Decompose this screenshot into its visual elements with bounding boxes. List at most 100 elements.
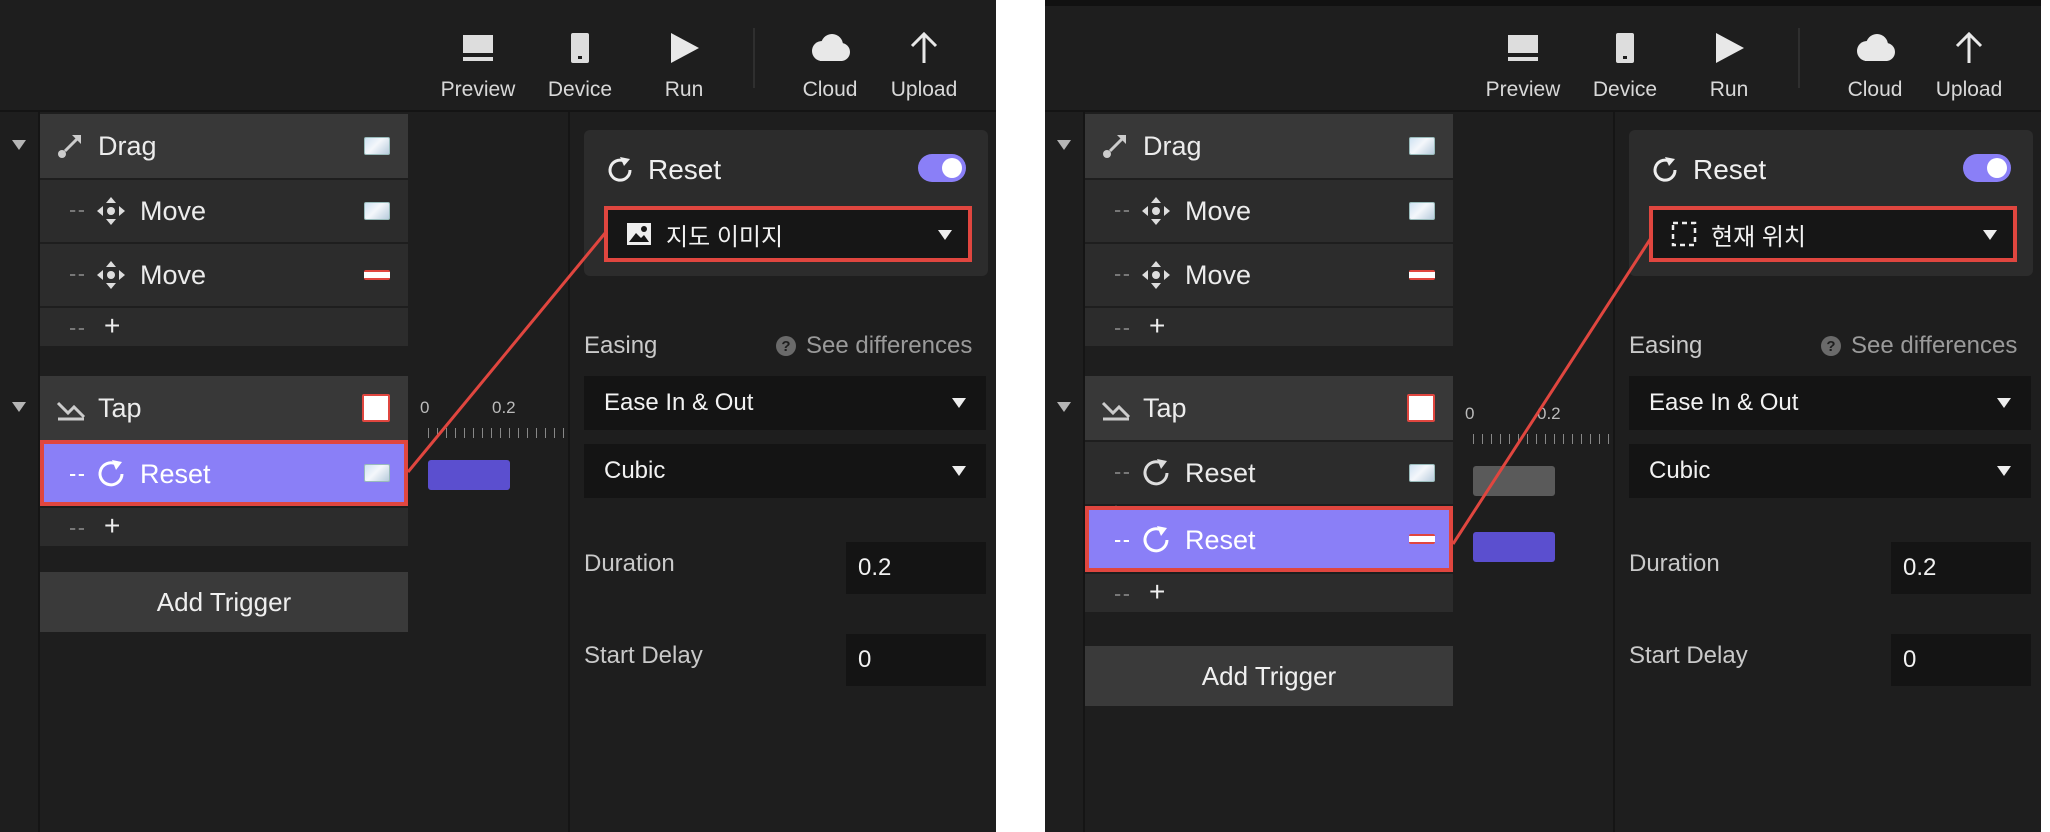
trigger-label: Tap (98, 392, 142, 423)
preview-icon (1475, 26, 1571, 70)
reset-icon (606, 156, 634, 184)
action-label: Move (140, 195, 207, 226)
device-button[interactable]: Device (532, 26, 628, 102)
add-action-row[interactable]: + (40, 506, 408, 546)
line-thumb (1409, 534, 1435, 544)
toolbar-divider (1798, 28, 1800, 88)
collapse-gutter (1045, 112, 1085, 832)
curve-value: Cubic (1649, 457, 1711, 484)
toolbar: Preview Device Run Cloud Upload (1045, 6, 2041, 112)
easing-select[interactable]: Ease In & Out (584, 376, 986, 430)
timeline[interactable]: 0 0.2 (420, 398, 568, 458)
cloud-button[interactable]: Cloud (1827, 26, 1923, 102)
action-row-reset[interactable]: Reset (40, 440, 408, 506)
cloud-label: Cloud (1847, 78, 1903, 101)
preview-label: Preview (440, 78, 516, 101)
add-action-row[interactable]: + (1085, 572, 1453, 612)
add-action-button[interactable]: + (1149, 576, 1165, 608)
timeline-tick-label: 0 (420, 398, 430, 417)
image-thumb (1409, 464, 1435, 482)
timeline-bar-reset[interactable] (1473, 466, 1555, 496)
action-label: Move (1185, 259, 1252, 290)
enabled-toggle[interactable] (918, 154, 966, 182)
selection-frame-icon (1671, 221, 1697, 247)
collapse-tap-toggle-icon[interactable] (12, 402, 26, 412)
inspector-title: Reset (606, 154, 721, 186)
device-label: Device (547, 78, 613, 101)
preview-button[interactable]: Preview (1475, 26, 1571, 102)
collapse-drag-toggle-icon[interactable] (1057, 140, 1071, 150)
preview-icon (430, 26, 526, 70)
timeline[interactable]: 0 0.2 (1465, 404, 1613, 464)
trigger-drag[interactable]: Drag (1085, 114, 1453, 178)
drag-icon (1101, 132, 1131, 160)
action-row-reset[interactable]: Reset (1085, 506, 1453, 572)
trigger-tap[interactable]: Tap (40, 376, 408, 440)
collapse-tap-toggle-icon[interactable] (1057, 402, 1071, 412)
action-row-move[interactable]: Move (1085, 242, 1453, 306)
target-layer-select[interactable]: 현재 위치 (1649, 206, 2017, 262)
inspector-title-text: Reset (1693, 154, 1767, 185)
see-differences-text: See differences (806, 332, 973, 359)
image-thumb (364, 137, 390, 155)
action-row-move[interactable]: Move (1085, 178, 1453, 242)
easing-select[interactable]: Ease In & Out (1629, 376, 2031, 430)
device-icon (532, 26, 628, 70)
action-row-move[interactable]: Move (40, 178, 408, 242)
action-row-move[interactable]: Move (40, 242, 408, 306)
timeline-bar-reset[interactable] (428, 460, 510, 490)
curve-value: Cubic (604, 457, 666, 484)
curve-select[interactable]: Cubic (584, 444, 986, 498)
trigger-tap[interactable]: Tap (1085, 376, 1453, 440)
collapse-drag-toggle-icon[interactable] (12, 140, 26, 150)
see-differences-link[interactable]: ? See differences (1821, 332, 2033, 360)
upload-button[interactable]: Upload (876, 26, 972, 102)
chevron-down-icon (1997, 398, 2011, 408)
action-label: Reset (140, 458, 211, 489)
run-button[interactable]: Run (1681, 26, 1777, 102)
move-icon (1141, 196, 1171, 226)
start-delay-input[interactable]: 0 (846, 634, 986, 686)
image-thumb (1409, 137, 1435, 155)
preview-label: Preview (1485, 78, 1561, 101)
run-button[interactable]: Run (636, 26, 732, 102)
help-icon: ? (1821, 336, 1841, 356)
duration-input[interactable]: 0.2 (1891, 542, 2031, 594)
add-action-button[interactable]: + (104, 510, 120, 542)
add-action-button[interactable]: + (104, 310, 120, 342)
add-action-button[interactable]: + (1149, 310, 1165, 342)
start-delay-label: Start Delay (584, 642, 703, 669)
add-action-row[interactable]: + (40, 306, 408, 346)
add-trigger-button[interactable]: Add Trigger (1085, 646, 1453, 706)
duration-input[interactable]: 0.2 (846, 542, 986, 594)
cloud-button[interactable]: Cloud (782, 26, 878, 102)
target-layer-value: 현재 위치 (1711, 223, 1806, 251)
reset-icon (1141, 458, 1171, 488)
run-label: Run (1709, 78, 1749, 101)
add-trigger-button[interactable]: Add Trigger (40, 572, 408, 632)
easing-value: Ease In & Out (604, 389, 754, 416)
enabled-toggle[interactable] (1963, 154, 2011, 182)
target-layer-value: 지도 이미지 (666, 223, 784, 251)
see-differences-link[interactable]: ? See differences (776, 332, 988, 360)
preview-button[interactable]: Preview (430, 26, 526, 102)
play-icon (636, 26, 732, 70)
action-label: Reset (1185, 457, 1256, 488)
play-icon (1681, 26, 1777, 70)
add-action-row[interactable]: + (1085, 306, 1453, 346)
easing-label: Easing (1629, 332, 1703, 359)
curve-select[interactable]: Cubic (1629, 444, 2031, 498)
timeline-bar-reset[interactable] (1473, 532, 1555, 562)
inspector-divider (568, 112, 570, 832)
action-row-reset[interactable]: Reset (1085, 440, 1453, 504)
upload-button[interactable]: Upload (1921, 26, 2017, 102)
tap-icon (1101, 395, 1131, 421)
upload-arrow-icon (876, 26, 972, 70)
image-icon (626, 222, 652, 246)
device-button[interactable]: Device (1577, 26, 1673, 102)
duration-label: Duration (1629, 550, 1720, 577)
trigger-label: Drag (1143, 130, 1202, 161)
target-layer-select[interactable]: 지도 이미지 (604, 206, 972, 262)
start-delay-input[interactable]: 0 (1891, 634, 2031, 686)
trigger-drag[interactable]: Drag (40, 114, 408, 178)
